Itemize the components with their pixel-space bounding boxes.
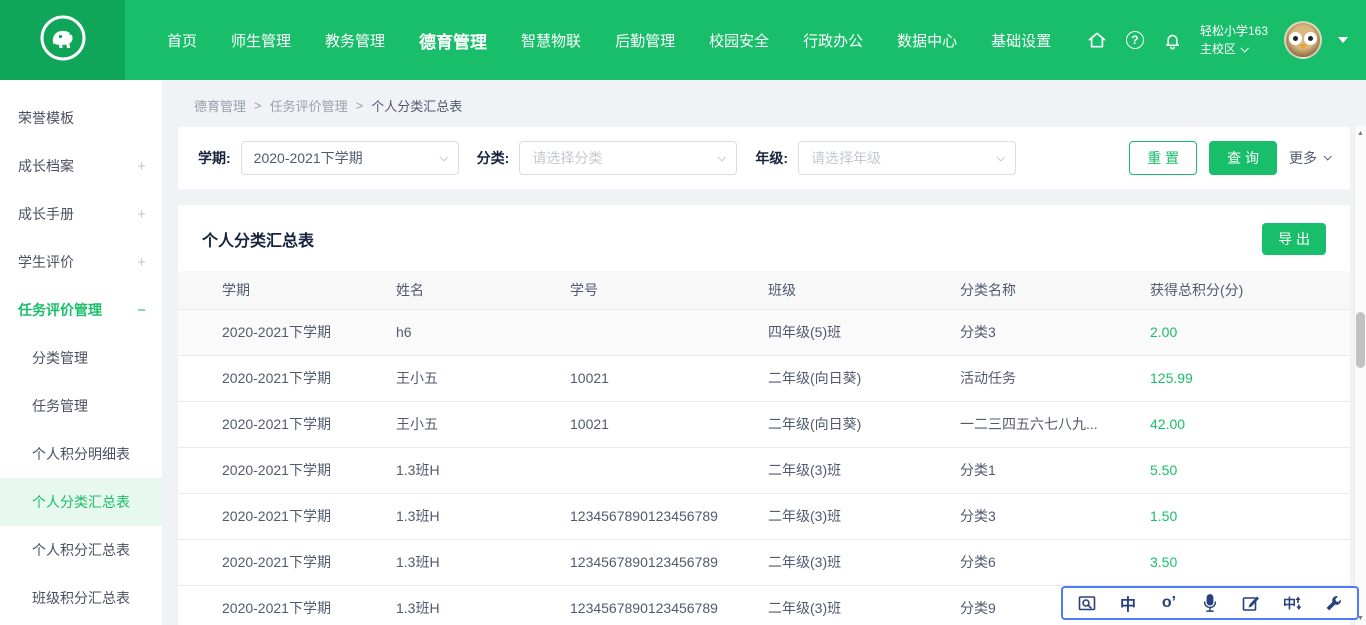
svg-text:中: 中 [1283, 596, 1296, 611]
sidebar-item-task-eval-mgmt[interactable]: 任务评价管理 − [0, 286, 162, 334]
sidebar-subitem-category-mgmt[interactable]: 分类管理 [0, 334, 162, 382]
col-category: 分类名称 [960, 271, 1150, 309]
app-logo[interactable] [0, 0, 125, 80]
sidebar: 荣誉模板 成长档案 + 成长手册 + 学生评价 + 任务评价管理 − 分类管理 … [0, 80, 162, 625]
expand-plus-icon: + [137, 206, 146, 223]
elephant-logo-icon [39, 14, 87, 67]
ime-panel-icon[interactable] [1076, 592, 1098, 614]
grade-select[interactable]: 请选择年级 [798, 141, 1016, 175]
sidebar-item-student-eval[interactable]: 学生评价 + [0, 238, 162, 286]
table-row: 2020-2021下学期 王小五 10021 二年级(向日葵) 活动任务 125… [178, 355, 1350, 401]
home-icon[interactable] [1086, 29, 1108, 51]
translate-icon[interactable]: 中 [1281, 592, 1303, 614]
user-menu-caret-icon[interactable] [1338, 37, 1348, 43]
data-table: 学期 姓名 学号 班级 分类名称 获得总积分(分) 2020-2021下学期 h… [178, 271, 1350, 625]
expand-plus-icon: + [137, 158, 146, 175]
col-semester: 学期 [178, 271, 396, 309]
school-selector[interactable]: 轻松小学163 主校区 [1200, 22, 1268, 58]
chinese-mode-icon[interactable]: 中 [1117, 592, 1139, 614]
col-total-score: 获得总积分(分) [1150, 271, 1350, 309]
sidebar-item-growth-handbook[interactable]: 成长手册 + [0, 190, 162, 238]
table-row: 2020-2021下学期 王小五 10021 二年级(向日葵) 一二三四五六七八… [178, 401, 1350, 447]
table-card: 个人分类汇总表 导 出 学期 姓名 学号 班级 分类名称 获得总积分(分) [178, 205, 1350, 625]
ime-toolbar[interactable]: 中 o’ 中 [1061, 586, 1359, 620]
sidebar-item-growth-archive[interactable]: 成长档案 + [0, 142, 162, 190]
breadcrumb-moral-mgmt[interactable]: 德育管理 [194, 96, 246, 115]
handwriting-icon[interactable] [1240, 592, 1262, 614]
sidebar-item-honor-template[interactable]: 荣誉模板 [0, 94, 162, 142]
scrollbar[interactable]: ▲ ▼ [1354, 126, 1366, 625]
topbar-right: ? 轻松小学163 主校区 [1086, 0, 1366, 80]
sidebar-subitem-personal-category-summary[interactable]: 个人分类汇总表 [0, 478, 162, 526]
chevron-down-icon [439, 153, 447, 161]
chevron-down-icon [1240, 44, 1248, 52]
nav-item-staff-mgmt[interactable]: 师生管理 [231, 30, 291, 51]
punctuation-icon[interactable]: o’ [1158, 592, 1180, 614]
topbar: 首页 师生管理 教务管理 德育管理 智慧物联 后勤管理 校园安全 行政办公 数据… [0, 0, 1366, 80]
help-icon[interactable]: ? [1124, 29, 1146, 51]
grade-label: 年级: [755, 148, 788, 168]
campus-name: 主校区 [1200, 40, 1236, 58]
table-row: 2020-2021下学期 h6 四年级(5)班 分类3 2.00 [178, 309, 1350, 355]
table-header-row: 学期 姓名 学号 班级 分类名称 获得总积分(分) [178, 271, 1350, 309]
sidebar-subitem-personal-score-summary[interactable]: 个人积分汇总表 [0, 526, 162, 574]
category-select[interactable]: 请选择分类 [519, 141, 737, 175]
more-toggle[interactable]: 更多 [1289, 148, 1330, 168]
nav-item-admin-office[interactable]: 行政办公 [803, 30, 863, 51]
nav-item-data-center[interactable]: 数据中心 [897, 30, 957, 51]
nav-item-home[interactable]: 首页 [167, 30, 197, 51]
semester-select[interactable]: 2020-2021下学期 [241, 141, 459, 175]
nav-item-logistics-mgmt[interactable]: 后勤管理 [615, 30, 675, 51]
bell-icon[interactable] [1162, 29, 1184, 51]
breadcrumb-separator: > [356, 98, 364, 113]
avatar[interactable] [1284, 21, 1322, 59]
chevron-down-icon [718, 153, 726, 161]
page-title: 个人分类汇总表 [202, 227, 314, 251]
wrench-icon[interactable] [1322, 592, 1344, 614]
breadcrumb: 德育管理 > 任务评价管理 > 个人分类汇总表 [178, 80, 1350, 127]
mic-icon[interactable] [1199, 592, 1221, 614]
sidebar-subitem-task-mgmt[interactable]: 任务管理 [0, 382, 162, 430]
reset-button[interactable]: 重 置 [1129, 141, 1197, 175]
col-class: 班级 [768, 271, 960, 309]
breadcrumb-separator: > [254, 98, 262, 113]
table-row: 2020-2021下学期 1.3班H 1234567890123456789 二… [178, 539, 1350, 585]
school-name: 轻松小学163 [1200, 22, 1268, 40]
nav-item-campus-safety[interactable]: 校园安全 [709, 30, 769, 51]
sidebar-subitem-class-score-summary[interactable]: 班级积分汇总表 [0, 574, 162, 622]
nav-item-basic-settings[interactable]: 基础设置 [991, 30, 1051, 51]
scrollbar-up-arrow[interactable]: ▲ [1355, 126, 1366, 140]
nav-item-academic-mgmt[interactable]: 教务管理 [325, 30, 385, 51]
collapse-minus-icon: − [137, 302, 146, 319]
scrollbar-thumb[interactable] [1356, 312, 1365, 368]
nav-item-moral-mgmt[interactable]: 德育管理 [419, 28, 487, 53]
semester-label: 学期: [198, 148, 231, 168]
category-label: 分类: [477, 148, 510, 168]
table-row: 2020-2021下学期 1.3班H 1234567890123456789 二… [178, 493, 1350, 539]
breadcrumb-task-eval-mgmt[interactable]: 任务评价管理 [270, 96, 348, 115]
search-button[interactable]: 查 询 [1209, 141, 1277, 175]
chevron-down-icon [1323, 152, 1331, 160]
export-button[interactable]: 导 出 [1262, 223, 1326, 255]
main-content: 德育管理 > 任务评价管理 > 个人分类汇总表 学期: 2020-2021下学期… [162, 80, 1366, 625]
sidebar-subitem-personal-score-detail[interactable]: 个人积分明细表 [0, 430, 162, 478]
expand-plus-icon: + [137, 254, 146, 271]
main-nav: 首页 师生管理 教务管理 德育管理 智慧物联 后勤管理 校园安全 行政办公 数据… [125, 0, 1051, 80]
breadcrumb-current-page: 个人分类汇总表 [371, 96, 462, 115]
table-row: 2020-2021下学期 1.3班H 二年级(3)班 分类1 5.50 [178, 447, 1350, 493]
col-name: 姓名 [396, 271, 570, 309]
col-student-id: 学号 [570, 271, 768, 309]
nav-item-smart-iot[interactable]: 智慧物联 [521, 30, 581, 51]
chevron-down-icon [996, 153, 1004, 161]
filter-bar: 学期: 2020-2021下学期 分类: 请选择分类 年级: 请选择年级 重 置… [178, 127, 1350, 189]
